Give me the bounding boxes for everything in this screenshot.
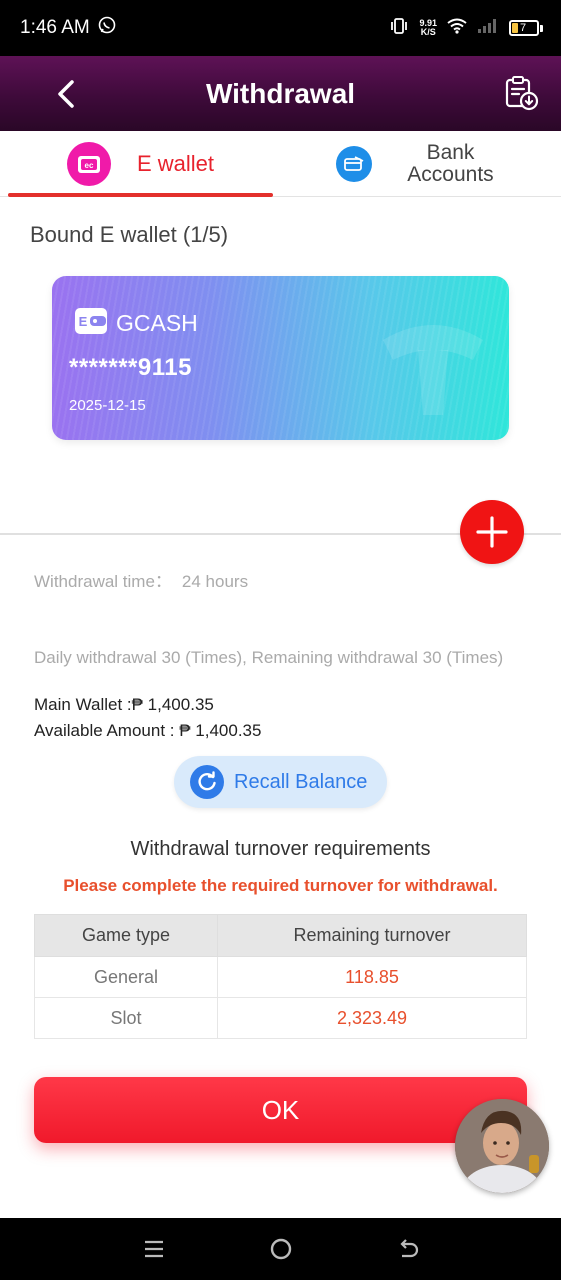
signal-icon	[477, 18, 499, 39]
plus-icon	[476, 516, 508, 548]
game-type-cell: General	[34, 956, 218, 998]
clipboard-download-icon	[505, 76, 539, 111]
refresh-icon	[190, 765, 224, 799]
system-navigation-bar	[0, 1218, 561, 1280]
status-time: 1:46 AM	[20, 17, 90, 38]
floating-avatar[interactable]	[455, 1099, 549, 1193]
svg-text:E: E	[79, 314, 88, 329]
home-button[interactable]	[261, 1229, 301, 1269]
remaining-turnover-cell: 118.85	[217, 956, 527, 998]
tab-bank-accounts[interactable]: Bank Accounts	[280, 131, 561, 197]
daily-withdrawal-limit: Daily withdrawal 30 (Times), Remaining w…	[34, 648, 504, 667]
status-bar: 1:46 AM 9.91 K/S 7	[0, 0, 561, 56]
battery-level: 7	[520, 22, 527, 34]
chevron-left-icon	[58, 80, 74, 108]
column-header-game-type: Game type	[34, 914, 218, 957]
column-header-remaining: Remaining turnover	[217, 914, 527, 957]
withdrawal-records-button[interactable]	[501, 73, 541, 113]
main-wallet-balance: Main Wallet :₱ 1,400.35	[34, 695, 214, 714]
system-back-button[interactable]	[388, 1229, 428, 1269]
table-header-row: Game type Remaining turnover	[34, 914, 527, 957]
turnover-title: Withdrawal turnover requirements	[130, 838, 431, 860]
game-type-cell: Slot	[34, 997, 218, 1039]
viber-icon	[98, 16, 116, 40]
card-masked-number: *******9115	[69, 354, 192, 381]
wallet-type-tabs: ec E wallet Bank Accounts	[0, 131, 561, 197]
back-button[interactable]	[48, 76, 84, 112]
table-row: General 118.85	[34, 956, 527, 998]
tab-bank-accounts-label: Bank Accounts	[407, 141, 494, 186]
svg-text:ec: ec	[85, 161, 94, 170]
wallet-icon: ec	[66, 142, 111, 186]
turnover-warning: Please complete the required turnover fo…	[63, 876, 498, 895]
page-title: Withdrawal	[205, 77, 356, 109]
table-row: Slot 2,323.49	[34, 997, 527, 1039]
add-e-wallet-button[interactable]	[460, 500, 524, 564]
card-brand: E GCASH	[74, 306, 198, 341]
tab-e-wallet-label: E wallet	[136, 151, 215, 176]
turnover-table: Game type Remaining turnover General 118…	[34, 914, 527, 1039]
vibrate-icon	[389, 17, 409, 40]
withdrawal-time: Withdrawal time： 24 hours	[34, 567, 248, 592]
card-date: 2025-12-15	[69, 397, 146, 414]
e-wallet-card[interactable]: E GCASH *******9115 2025-12-15	[52, 276, 509, 440]
withdrawal-time-value: 24 hours	[181, 572, 249, 591]
active-tab-indicator	[8, 193, 273, 197]
home-circle-icon	[270, 1238, 291, 1260]
recents-button[interactable]	[134, 1229, 174, 1269]
card-watermark-icon	[363, 290, 503, 435]
withdrawal-time-label: Withdrawal time：	[34, 572, 172, 591]
bound-wallet-title: Bound E wallet (1/5)	[30, 222, 229, 247]
card-provider-name: GCASH	[116, 310, 198, 336]
speed-unit: K/S	[420, 27, 436, 37]
menu-icon	[144, 1240, 163, 1258]
recall-balance-button[interactable]: Recall Balance	[174, 756, 387, 808]
available-amount: Available Amount : ₱ 1,400.35	[34, 721, 262, 740]
bank-card-icon	[335, 146, 372, 182]
network-speed: 9.91 K/S	[419, 19, 437, 37]
wifi-icon	[447, 18, 467, 39]
battery-icon: 7	[509, 20, 543, 36]
back-arrow-icon	[399, 1239, 418, 1258]
tab-e-wallet[interactable]: ec E wallet	[8, 131, 273, 197]
app-header: Withdrawal	[0, 56, 561, 131]
remaining-turnover-cell: 2,323.49	[217, 997, 527, 1039]
ok-button[interactable]: OK	[34, 1077, 527, 1143]
e-wallet-logo-icon: E	[74, 306, 108, 341]
recall-balance-label: Recall Balance	[234, 770, 368, 793]
